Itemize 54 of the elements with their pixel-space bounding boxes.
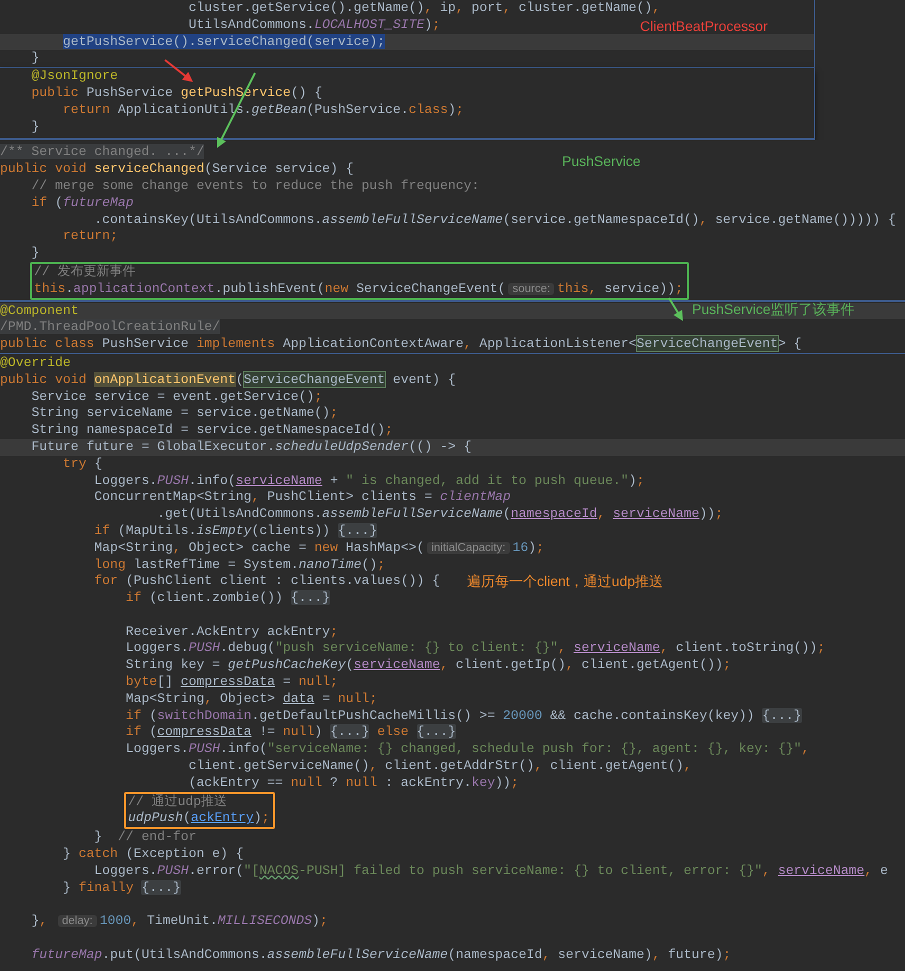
code-line: } catch (Exception e) { [62,846,244,863]
code-line: String key = getPushCacheKey(serviceName, client.getIp(), client.getAgent()); [124,657,731,674]
code-line: Loggers.PUSH.debug("push serviceName: {} to client: {}", serviceName, client.toString()); [124,640,826,658]
code-line: if (futureMap [30,194,134,212]
code-line: Loggers.PUSH.error("[NACOS-PUSH] failed to push serviceName: {} to client, error: {}", serviceName, e [93,862,888,880]
code-line: // 通过udp推送 [128,794,228,810]
code-line: for (PushClient client : clients.values()) { [93,573,440,590]
code-line: @Component [0,302,79,320]
code-line: UtilsAndCommons.LOCALHOST_SITE); [188,16,440,34]
code-line: public class PushService implements ApplicationContextAware, ApplicationListener<ServiceChangeEvent> { [0,336,802,353]
code-line: public void serviceChanged(Service service) { [0,161,354,178]
code-line: if (client.zombie()) {...} [124,590,330,607]
code-line: .containsKey(UtilsAndCommons.assembleFullServiceName(service.getNamespaceId(), service.getName())))) { [93,212,896,228]
code-line: long lastRefTime = System.nanoTime(); [93,556,386,574]
code-line: // 发布更新事件 [34,264,136,281]
code-line: public void onApplicationEvent(ServiceChangeEvent event) { [0,372,456,389]
annotation-arrow [164,59,193,82]
code-line: this.applicationContext.publishEvent(new ServiceChangeEvent( source: this, service)); [34,280,683,298]
callout-label: ClientBeatProcessor [640,17,768,35]
code-line: } [30,50,40,68]
code-line: Service service = event.getService(); [30,388,322,406]
annotation-arrow [668,297,683,321]
code-line: Map<String, Object> data = null; [124,690,378,708]
code-line: ConcurrentMap<String, PushClient> clients = clientMap [93,489,511,506]
code-line: } [30,245,40,262]
code-line: cluster.getService().getName(), ip, port, cluster.getName(), [188,0,660,17]
code-line: } // end-for [93,829,196,846]
code-line: if (compressData != null) {...} else {...} [124,724,456,742]
code-line: Loggers.PUSH.info("serviceName: {} changed, schedule push for: {}, agent: {}, key: {}", [124,741,810,758]
code-line: byte[] compressData = null; [124,674,338,691]
code-line: if (switchDomain.getDefaultPushCacheMillis() >= 20000 && cache.containsKey(key)) {...} [124,708,802,724]
callout-label: PushService [562,152,641,170]
callout-label: PushService监听了该事件 [692,300,855,318]
code-line: @Override [0,354,71,372]
code-line: Future future = GlobalExecutor.scheduleUdpSender(() -> { [30,438,472,456]
code-line: Map<String, Object> cache = new HashMap<>( initialCapacity: 16); [93,540,544,556]
code-line: try { [62,456,102,473]
code-line: .get(UtilsAndCommons.assembleFullServiceName(namespaceId, serviceName)); [156,506,723,523]
code-line: @JsonIgnore [30,68,118,85]
code-line: String namespaceId = service.getNamespaceId(); [30,422,393,439]
code-line: Loggers.PUSH.info(serviceName + " is changed, add it to push queue."); [93,472,644,490]
code-line: return; [62,228,118,246]
code-line: String serviceName = service.getName(); [30,405,338,422]
code-line: Receiver.AckEntry ackEntry; [124,624,338,640]
code-line: udpPush(ackEntry); [128,810,270,828]
code-line: if (MapUtils.isEmpty(clients)) {...} [93,522,378,540]
code-line: // merge some change events to reduce the push frequency: [30,178,480,195]
callout-label: 遍历每一个client，通过udp推送 [467,572,664,590]
code-line: } finally {...} [62,880,181,896]
code-line: futureMap.put(UtilsAndCommons.assembleFullServiceName(namespaceId, serviceName), future); [30,946,731,964]
code-line: (ackEntry == null ? null : ackEntry.key)); [188,774,519,792]
code-line: }, delay: 1000, TimeUnit.MILLISECONDS); [30,913,328,930]
code-line: } [30,118,40,136]
code-line: client.getServiceName(), client.getAddrStr(), client.getAgent(), [188,758,692,775]
